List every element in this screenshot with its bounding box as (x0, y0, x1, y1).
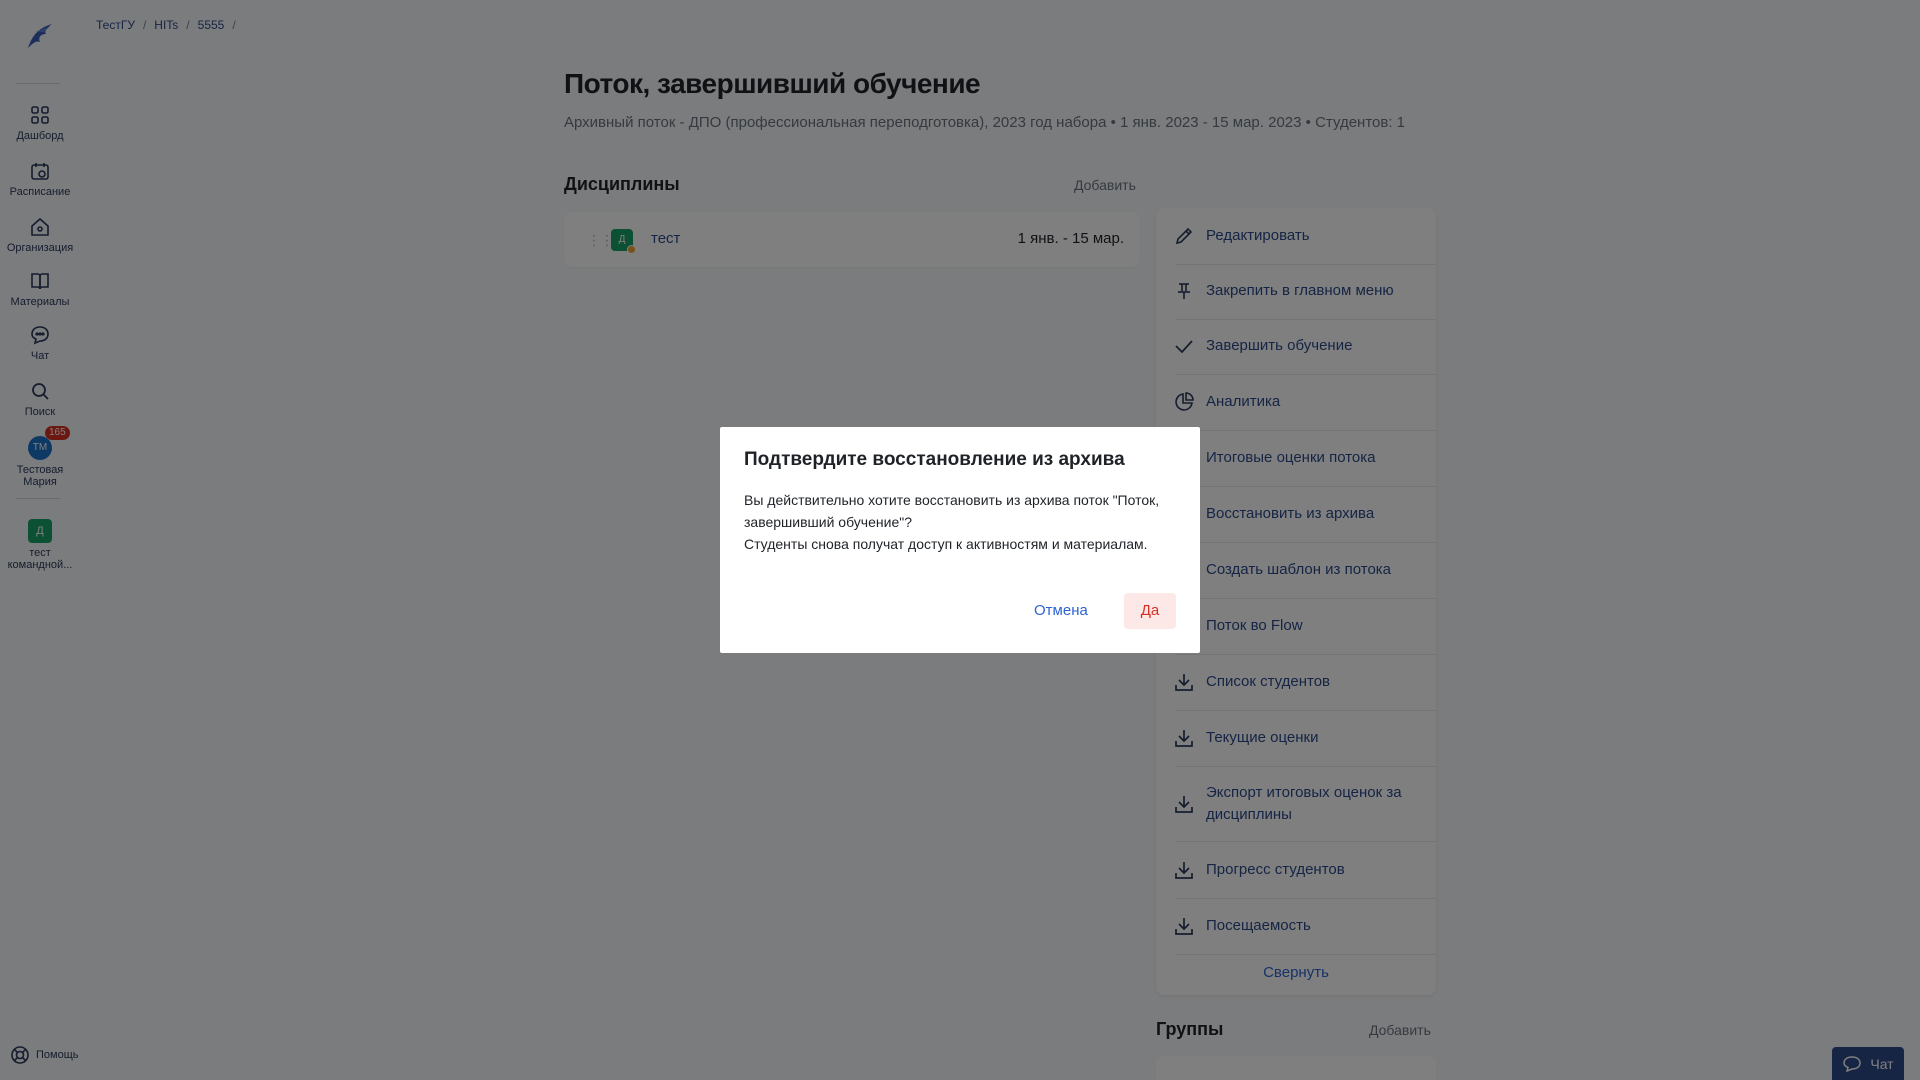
dialog-message-line: Студенты снова получат доступ к активнос… (744, 536, 1148, 552)
dialog-message: Вы действительно хотите восстановить из … (744, 489, 1174, 555)
confirm-button[interactable]: Да (1124, 593, 1176, 629)
confirm-dialog: Подтвердите восстановление из архива Вы … (720, 427, 1200, 653)
dialog-message-line: Вы действительно хотите восстановить из … (744, 492, 1160, 530)
cancel-button[interactable]: Отмена (1022, 593, 1100, 629)
dialog-title: Подтвердите восстановление из архива (744, 449, 1125, 470)
